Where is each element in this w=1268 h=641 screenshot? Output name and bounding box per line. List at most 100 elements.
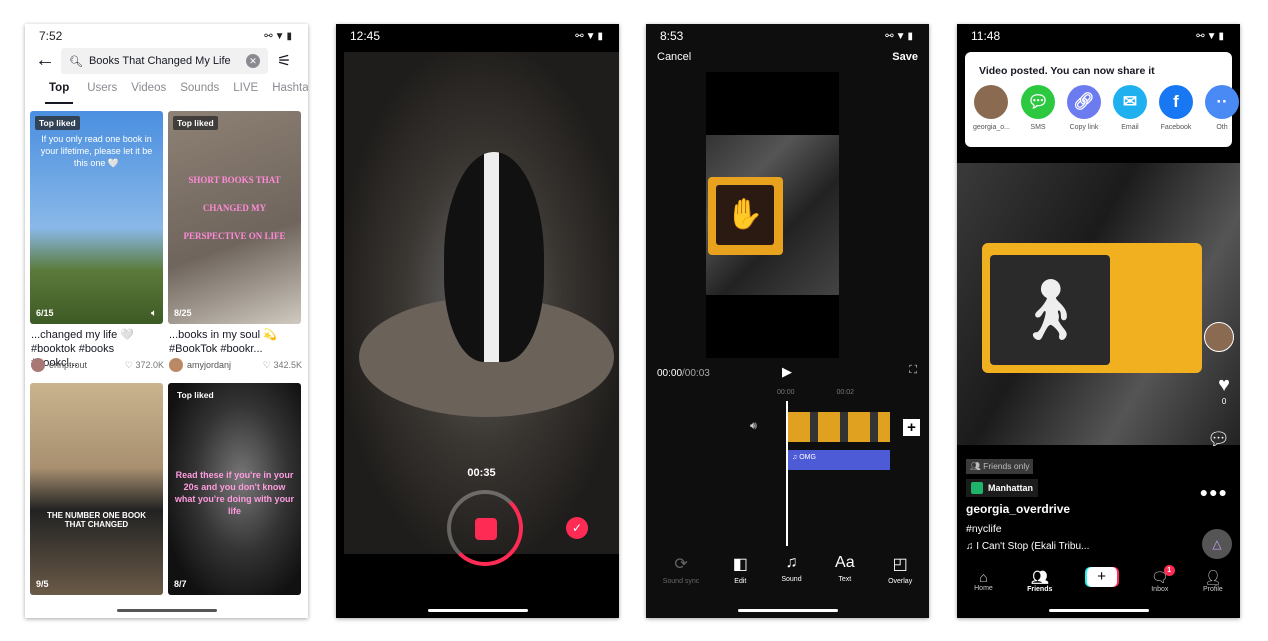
video-meta: amyjordanj ♡ 342.5K — [169, 358, 302, 372]
timeline-ticks: 00:00 00:02 — [777, 389, 855, 396]
tab-users[interactable]: Users — [87, 82, 117, 104]
video-editor-screen: 8:53 ⚯▼▮ Cancel Save ✋ 00:00/00:03 ▶ ⛶ 00:… — [646, 24, 929, 618]
sound-sync-button[interactable]: ⟳ Sound sync — [663, 554, 700, 585]
friends-icon: 👥︎ — [970, 461, 984, 471]
location-pin-icon — [971, 482, 983, 494]
video-card[interactable]: Top liked If you only read one book in y… — [30, 111, 163, 324]
like-button[interactable]: ♥ 0 — [1218, 374, 1230, 406]
play-icon[interactable]: ▶ — [782, 364, 792, 380]
status-time: 8:53 — [660, 29, 684, 43]
video-card[interactable]: Top liked SHORT BOOKS THAT CHANGED MY PE… — [168, 111, 301, 324]
home-indicator — [1048, 609, 1149, 612]
sound-disc-icon[interactable]: △ — [1202, 529, 1232, 559]
status-icons: ⚯▼▮ — [1196, 30, 1226, 42]
sms-icon: 💬︎ — [1021, 85, 1055, 119]
username[interactable]: amyjordanj — [187, 360, 231, 370]
avatar[interactable] — [169, 358, 183, 372]
share-target-profile[interactable]: georgia_o... — [973, 85, 1010, 131]
record-stop-button[interactable] — [447, 490, 523, 566]
video-card[interactable]: Top liked Read these if you're in your 2… — [168, 383, 301, 595]
sound-button[interactable]: ♫ Sound — [781, 554, 801, 585]
share-target-email[interactable]: ✉ Email — [1113, 85, 1147, 131]
video-player[interactable]: 🚶︎ — [957, 163, 1240, 445]
recording-timer: 00:35 — [467, 467, 496, 479]
tab-hashtags[interactable]: Hashtags — [272, 82, 308, 104]
video-overlay-text: THE NUMBER ONE BOOK THAT CHANGED — [46, 511, 147, 529]
video-overlay-text: SHORT BOOKS THAT CHANGED MY PERSPECTIVE … — [183, 175, 286, 241]
heart-icon: ♥ — [1218, 374, 1230, 396]
nav-home[interactable]: ⌂ Home — [974, 569, 993, 593]
video-overlay-text: If you only read one book in your lifeti… — [40, 134, 153, 168]
location-tag[interactable]: Manhattan — [966, 479, 1038, 497]
username[interactable]: erinptrout — [49, 360, 87, 370]
edit-button[interactable]: ◧ Edit — [733, 554, 748, 585]
status-time: 12:45 — [350, 29, 381, 43]
cancel-button[interactable]: Cancel — [657, 51, 691, 63]
search-input[interactable]: 🔍︎ Books That Changed My Life ✕ — [61, 48, 268, 74]
fullscreen-icon[interactable]: ⛶ — [909, 364, 917, 377]
avatar[interactable] — [31, 358, 45, 372]
overlay-icon: ◰ — [892, 556, 908, 573]
nav-friends[interactable]: 👥︎ Friends — [1027, 569, 1052, 593]
filter-icon[interactable]: ⚟ — [277, 51, 291, 71]
camera-viewfinder: 00:35 ✓ — [344, 52, 619, 566]
overlay-button[interactable]: ◰ Overlay — [888, 554, 912, 585]
nav-inbox[interactable]: 🗨︎ 1 Inbox — [1151, 565, 1175, 593]
comment-icon[interactable]: 💬︎ — [1207, 429, 1230, 450]
tab-top[interactable]: Top — [45, 82, 74, 104]
likes: ♡ 342.5K — [262, 359, 302, 370]
tab-live[interactable]: LIVE — [233, 82, 258, 104]
text-button[interactable]: Aa Text — [835, 554, 855, 585]
share-target-copy-link[interactable]: 🔗︎ Copy link — [1067, 85, 1101, 131]
back-arrow-icon[interactable]: ← — [35, 49, 55, 72]
top-liked-badge: Top liked — [177, 390, 214, 400]
audio-track[interactable]: ♫ OMG — [788, 450, 890, 470]
status-icons: ⚯▼▮ — [575, 30, 605, 42]
video-caption[interactable]: ...books in my soul 💫 #BookTok #bookr... — [169, 328, 302, 356]
share-target-other[interactable]: ·· Oth — [1205, 85, 1239, 131]
sound-name[interactable]: ♫ I Can't Stop (Ekali Tribu... — [966, 541, 1089, 552]
username[interactable]: georgia_overdrive — [966, 502, 1070, 516]
tab-sounds[interactable]: Sounds — [180, 82, 219, 104]
email-icon: ✉ — [1113, 85, 1147, 119]
heart-icon: ♡ — [124, 359, 136, 370]
share-sheet: Video posted. You can now share it georg… — [965, 52, 1239, 147]
sound-icon[interactable]: 🔈︎ — [151, 308, 157, 319]
time-readout: 00:00/00:03 — [657, 368, 710, 379]
video-clip-track[interactable] — [788, 412, 890, 442]
video-preview: ✋ — [706, 72, 839, 358]
status-time: 11:48 — [971, 29, 1001, 43]
search-results-screen: 7:52 ⚯▼▮ ← 🔍︎ Books That Changed My Life ✕ … — [25, 24, 308, 618]
video-card[interactable]: THE NUMBER ONE BOOK THAT CHANGED 9/5 — [30, 383, 163, 595]
slide-count: 9/5 — [36, 579, 49, 589]
traffic-signal-image: 🚶︎ — [982, 243, 1202, 373]
hashtag[interactable]: #nyclife — [966, 523, 1002, 535]
add-clip-button[interactable]: + — [903, 419, 920, 436]
music-note-icon: ♫ — [785, 554, 798, 571]
playhead[interactable] — [786, 401, 788, 546]
friends-icon: 👥︎ — [1030, 569, 1049, 585]
creator-avatar[interactable] — [1204, 322, 1234, 352]
share-target-facebook[interactable]: f Facebook — [1159, 85, 1193, 131]
share-target-sms[interactable]: 💬︎ SMS — [1021, 85, 1055, 131]
rabbit-image — [444, 152, 544, 362]
profile-icon: 👤︎ — [1203, 569, 1222, 585]
nav-profile[interactable]: 👤︎ Profile — [1203, 569, 1223, 593]
status-bar: 8:53 ⚯▼▮ — [646, 24, 929, 48]
tab-videos[interactable]: Videos — [131, 82, 166, 104]
plus-icon: + — [1086, 567, 1117, 587]
create-button[interactable]: + — [1086, 567, 1117, 593]
save-button[interactable]: Save — [892, 51, 918, 63]
video-overlay-text: Read these if you're in your 20s and you… — [174, 470, 295, 516]
volume-icon[interactable]: 🔊︎ — [750, 420, 757, 433]
video-posted-screen: 11:48 ⚯▼▮ Video posted. You can now share… — [957, 24, 1240, 618]
more-options-icon[interactable]: ●●● — [1200, 484, 1228, 500]
status-bar: 12:45 ⚯▼▮ — [336, 24, 619, 48]
confirm-check-button[interactable]: ✓ — [566, 517, 588, 539]
share-title: Video posted. You can now share it — [979, 65, 1155, 77]
editor-toolbar: ⟳ Sound sync ◧ Edit ♫ Sound Aa Text ◰ Overlay — [646, 554, 929, 585]
slide-count: 8/25 — [174, 308, 192, 318]
search-query: Books That Changed My Life — [88, 55, 231, 67]
stop-icon — [475, 518, 497, 540]
clear-icon[interactable]: ✕ — [246, 54, 260, 68]
